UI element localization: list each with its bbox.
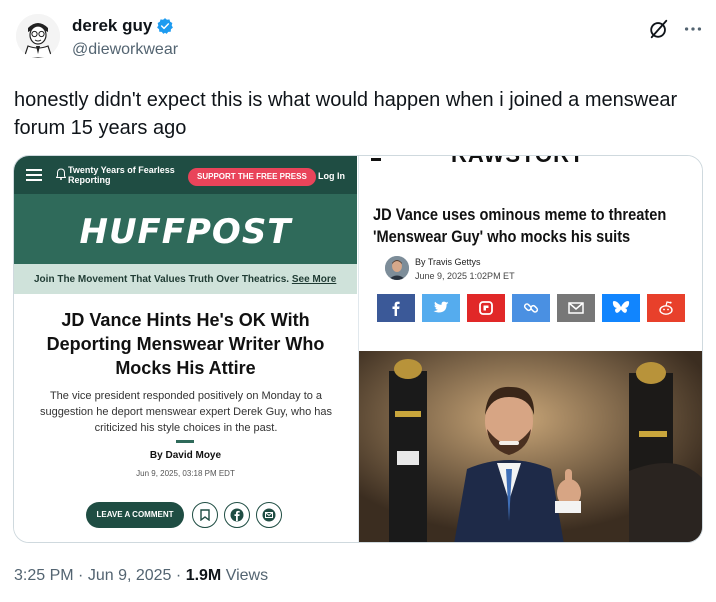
login-link[interactable]: Log In [318, 171, 345, 181]
bookmark-button[interactable] [192, 502, 218, 528]
menu-icon[interactable] [371, 158, 381, 161]
bookmark-icon [200, 509, 210, 521]
views-label: Views [225, 567, 269, 584]
bluesky-icon [612, 301, 630, 313]
huffpost-byline[interactable]: By David Moye [14, 450, 357, 461]
facebook-share-button[interactable] [224, 502, 250, 528]
tweet-media[interactable]: Twenty Years of Fearless Reporting SUPPO… [13, 155, 703, 543]
rawstory-logo[interactable]: RAWSTORY [451, 156, 585, 166]
flipboard-icon [479, 301, 493, 315]
tweet-text: honestly didn't expect this is what woul… [14, 89, 678, 139]
huffpost-banner: HUFFPOST [14, 194, 357, 264]
display-name-text[interactable]: derek guy [72, 16, 152, 36]
huffpost-dateline: Jun 9, 2025, 03:18 PM EDT [136, 469, 235, 478]
more-options-icon[interactable] [682, 18, 704, 40]
author-avatar [385, 256, 409, 280]
huffpost-dek: The vice president responded positively … [39, 390, 333, 434]
share-twitter-button[interactable] [422, 294, 460, 322]
huffpost-headline[interactable]: JD Vance Hints He's OK With Deporting Me… [34, 308, 337, 380]
rawstory-byline[interactable]: By Travis Gettys [415, 257, 481, 267]
huffpost-nav: Twenty Years of Fearless Reporting SUPPO… [14, 156, 357, 194]
huffpost-screenshot[interactable]: Twenty Years of Fearless Reporting SUPPO… [14, 156, 357, 542]
twitter-icon [433, 301, 449, 313]
menu-icon[interactable] [26, 169, 42, 181]
strip-message: Join The Movement That Values Truth Over… [34, 274, 290, 285]
membership-strip: Join The Movement That Values Truth Over… [14, 264, 357, 294]
email-icon [262, 508, 276, 522]
tweet-meta: 3:25 PM · Jun 9, 2025 · 1.9M Views [14, 567, 268, 585]
link-icon [523, 303, 539, 313]
separator: · [175, 567, 182, 584]
huffpost-logo[interactable]: HUFFPOST [14, 212, 357, 252]
verified-badge-icon [157, 18, 174, 34]
user-handle[interactable]: @dieworkwear [72, 41, 178, 59]
email-share-button[interactable] [256, 502, 282, 528]
display-name[interactable]: derek guy [72, 16, 174, 36]
bell-icon [56, 168, 66, 180]
rawstory-masthead: RAWSTORY [359, 156, 702, 166]
avatar[interactable] [16, 14, 60, 58]
nav-tagline: Twenty Years of Fearless Reporting [68, 165, 175, 185]
see-more-link[interactable]: See More [292, 274, 336, 285]
divider [176, 440, 194, 443]
reddit-icon [659, 301, 673, 315]
views-count[interactable]: 1.9M [186, 567, 222, 584]
separator: · [78, 567, 84, 584]
jd-vance-photo [359, 351, 702, 542]
tweet-date[interactable]: Jun 9, 2025 [88, 567, 172, 584]
leave-comment-button[interactable]: LEAVE A COMMENT [86, 502, 184, 528]
facebook-icon [392, 301, 400, 316]
grok-icon[interactable] [648, 18, 670, 40]
share-bluesky-button[interactable] [602, 294, 640, 322]
share-link-button[interactable] [512, 294, 550, 322]
email-icon [568, 302, 584, 314]
strip-text: Join The Movement That Values Truth Over… [34, 274, 336, 285]
tweet-time[interactable]: 3:25 PM [14, 567, 74, 584]
facebook-icon [230, 508, 244, 522]
share-facebook-button[interactable] [377, 294, 415, 322]
share-flipboard-button[interactable] [467, 294, 505, 322]
rawstory-headline[interactable]: JD Vance uses ominous meme to threaten '… [373, 204, 695, 248]
share-reddit-button[interactable] [647, 294, 685, 322]
rawstory-dateline: June 9, 2025 1:02PM ET [415, 271, 515, 281]
support-free-press-button[interactable]: SUPPORT THE FREE PRESS [188, 168, 316, 186]
share-email-button[interactable] [557, 294, 595, 322]
rawstory-screenshot[interactable]: RAWSTORY JD Vance uses ominous meme to t… [358, 156, 702, 542]
